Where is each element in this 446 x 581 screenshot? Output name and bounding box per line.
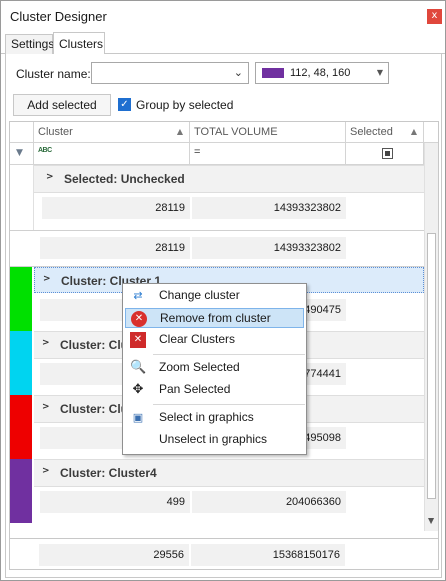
menu-separator xyxy=(153,404,305,405)
group-indent xyxy=(10,165,34,230)
filter-volume-cell[interactable]: = xyxy=(190,143,346,164)
group-summary-row: 28119 14393323802 xyxy=(10,230,424,267)
filter-selected-cell[interactable] xyxy=(346,143,424,164)
color-swatch xyxy=(262,68,284,78)
pan-icon: ✥ xyxy=(132,382,144,397)
total-count-cell: 29556 xyxy=(39,544,189,566)
header-indicator-cell xyxy=(10,122,34,142)
chevron-right-icon[interactable]: > xyxy=(42,338,50,348)
filter-row: ▼ ABC = ▲ xyxy=(10,143,438,165)
menu-item-select-in-graphics[interactable]: ▣ Select in graphics xyxy=(125,408,304,428)
menu-item-zoom-selected[interactable]: 🔍 Zoom Selected xyxy=(125,358,304,378)
menu-item-unselect-in-graphics[interactable]: Unselect in graphics xyxy=(125,430,304,450)
menu-separator xyxy=(153,354,305,355)
menu-item-label: Change cluster xyxy=(159,288,240,302)
cluster-color-bar xyxy=(10,331,32,395)
close-button[interactable]: x xyxy=(427,9,442,24)
chevron-down-icon[interactable]: ⌄ xyxy=(234,66,243,79)
group-by-selected-checkbox[interactable]: ✓ xyxy=(118,98,131,111)
volume-cell: 204066360 xyxy=(192,491,346,513)
vertical-scrollbar[interactable]: ▲ xyxy=(424,143,438,531)
column-header-selected[interactable]: Selected ▲ xyxy=(346,122,424,142)
zoom-icon: 🔍 xyxy=(130,360,147,375)
tab-settings[interactable]: Settings xyxy=(5,34,54,54)
remove-icon: ✕ xyxy=(131,311,147,327)
context-menu: ⇄ Change cluster ✕ Remove from cluster ✕… xyxy=(122,283,307,455)
count-cell: 499 xyxy=(40,491,190,513)
group-by-selected-label: Group by selected xyxy=(136,98,234,112)
change-cluster-icon: ⇄ xyxy=(133,289,143,302)
title-bar: Cluster Designer x xyxy=(1,1,445,31)
menu-item-label: Zoom Selected xyxy=(159,360,240,374)
menu-item-label: Remove from cluster xyxy=(160,311,271,325)
cluster-color-bar xyxy=(10,395,32,459)
column-header-cluster-label: Cluster xyxy=(38,126,73,138)
filter-indicator-cell: ▼ xyxy=(10,143,34,164)
filter-funnel-icon: ▼ xyxy=(16,148,23,158)
group-row-selected-unchecked[interactable]: > Selected: Unchecked xyxy=(34,165,424,193)
menu-item-label: Unselect in graphics xyxy=(159,432,268,446)
group-title: Cluster: Clu xyxy=(60,338,129,352)
menu-item-pan-selected[interactable]: ✥ Pan Selected xyxy=(125,380,304,400)
cluster-name-label: Cluster name: xyxy=(16,67,91,81)
chevron-right-icon[interactable]: > xyxy=(42,402,50,412)
chevron-down-icon[interactable]: ▼ xyxy=(377,68,383,77)
column-header-total-volume[interactable]: TOTAL VOLUME xyxy=(190,122,346,142)
equals-filter-icon: = xyxy=(194,146,201,158)
menu-item-label: Clear Clusters xyxy=(159,332,236,346)
indeterminate-checkbox[interactable] xyxy=(382,148,393,159)
group-title: Cluster: Cluster4 xyxy=(60,466,157,480)
summary-volume-cell: 14393323802 xyxy=(192,237,346,259)
color-value: 112, 48, 160 xyxy=(290,67,351,79)
select-graphics-icon: ▣ xyxy=(132,411,144,424)
grid-header: Cluster ▲ TOTAL VOLUME Selected ▲ xyxy=(10,122,438,143)
total-volume-cell: 15368150176 xyxy=(191,544,345,566)
cluster-designer-window: Cluster Designer x Settings Clusters Clu… xyxy=(0,0,446,581)
group-row-cluster-4[interactable]: > Cluster: Cluster4 xyxy=(34,459,424,487)
group-title: Cluster: Clu xyxy=(60,402,129,416)
summary-count-cell: 28119 xyxy=(40,237,190,259)
scroll-down-icon[interactable]: ▲ xyxy=(428,517,434,526)
menu-item-label: Select in graphics xyxy=(159,410,254,424)
group-title: Selected: Unchecked xyxy=(64,172,185,186)
menu-item-clear-clusters[interactable]: ✕ Clear Clusters xyxy=(125,330,304,350)
tab-clusters[interactable]: Clusters xyxy=(53,32,105,55)
table-row[interactable]: 499 204066360 xyxy=(34,487,424,517)
volume-cell: 14393323802 xyxy=(192,197,346,219)
sort-ascending-icon: ▲ xyxy=(410,127,417,136)
menu-item-remove-from-cluster[interactable]: ✕ Remove from cluster xyxy=(125,308,304,328)
scrollbar-thumb[interactable] xyxy=(427,233,436,499)
tab-strip: Settings Clusters xyxy=(1,32,445,55)
menu-item-change-cluster[interactable]: ⇄ Change cluster xyxy=(125,286,304,306)
column-header-cluster[interactable]: Cluster ▲ xyxy=(34,122,190,142)
text-filter-icon: ABC xyxy=(38,147,52,154)
window-title: Cluster Designer xyxy=(10,9,107,24)
grid-footer-totals: 29556 15368150176 xyxy=(9,538,439,570)
column-header-total-volume-label: TOTAL VOLUME xyxy=(194,126,278,138)
add-selected-button[interactable]: Add selected xyxy=(13,94,111,116)
sort-ascending-icon: ▲ xyxy=(176,127,183,136)
table-row[interactable]: 28119 14393323802 xyxy=(34,193,424,223)
chevron-right-icon[interactable]: > xyxy=(42,466,50,476)
cluster-color-bar xyxy=(10,459,32,523)
chevron-right-icon[interactable]: > xyxy=(46,172,54,182)
clear-icon: ✕ xyxy=(130,332,146,348)
cluster-color-bar xyxy=(10,267,32,331)
color-picker[interactable]: 112, 48, 160 ▼ xyxy=(255,62,389,84)
column-header-selected-label: Selected xyxy=(350,126,393,138)
count-cell: 28119 xyxy=(42,197,190,219)
cluster-name-combo[interactable]: ⌄ xyxy=(91,62,249,84)
chevron-right-icon[interactable]: > xyxy=(43,274,51,284)
filter-cluster-cell[interactable]: ABC xyxy=(34,143,190,164)
menu-item-label: Pan Selected xyxy=(159,382,231,396)
